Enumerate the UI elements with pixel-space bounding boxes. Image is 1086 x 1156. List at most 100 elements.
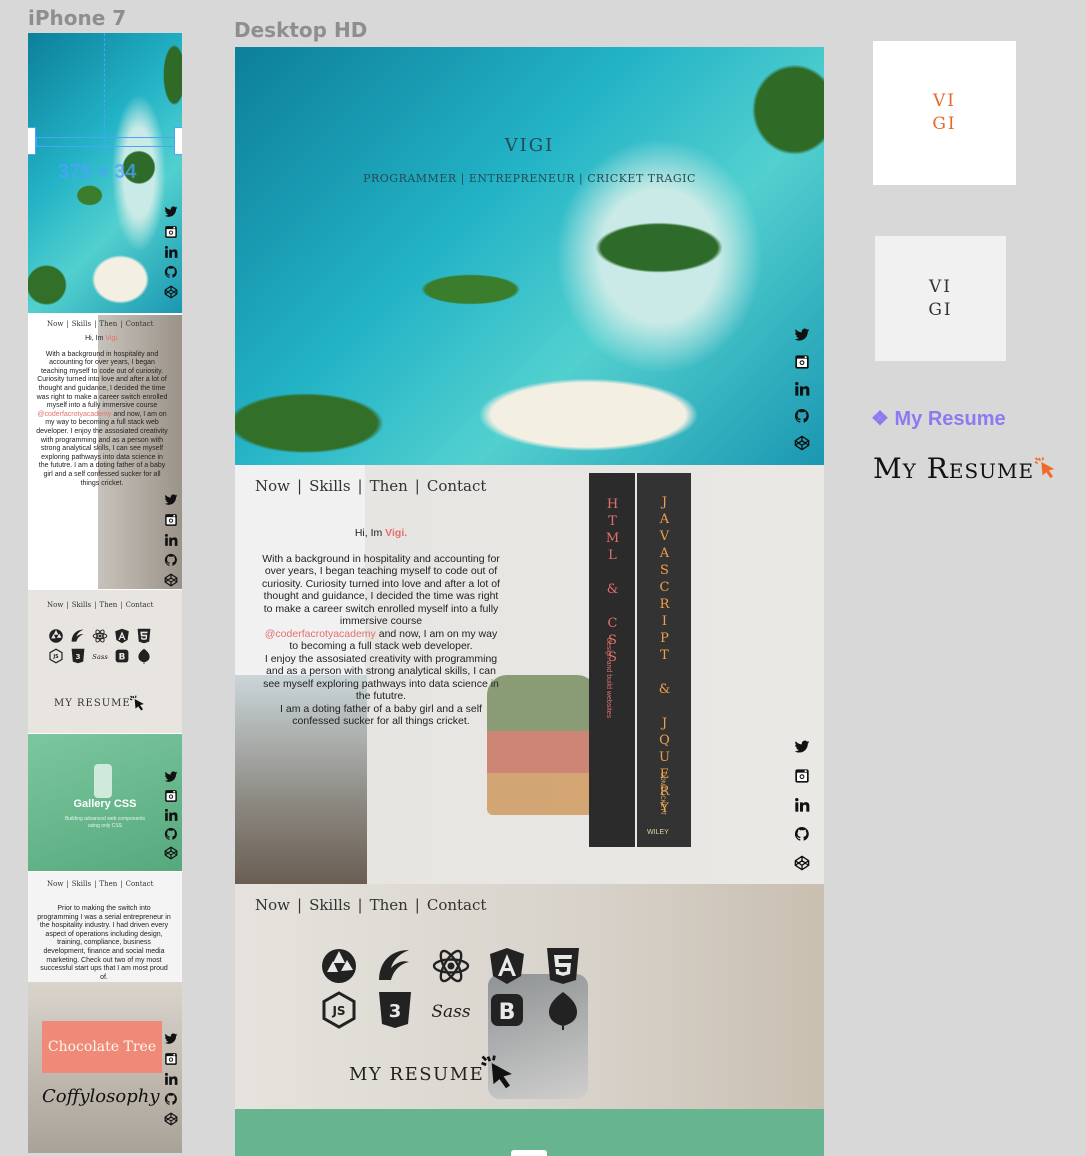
instagram-icon[interactable]	[164, 513, 178, 527]
css3-icon	[70, 648, 86, 664]
linkedin-icon[interactable]	[164, 245, 178, 259]
instagram-icon[interactable]	[794, 768, 810, 784]
nav-sep: |	[66, 601, 69, 609]
resume-component-label[interactable]: ❖ My Resume	[871, 406, 1006, 431]
nav-contact[interactable]: Contact	[427, 477, 487, 495]
nav-sep: |	[94, 601, 97, 609]
nav-contact[interactable]: Contact	[427, 896, 487, 914]
nav-now[interactable]: Now	[255, 477, 290, 495]
nav-sep: |	[94, 320, 97, 328]
nav-then[interactable]: Then	[99, 320, 117, 328]
book-html-css: HTML & CSS design and build websites	[589, 473, 635, 847]
nav-then[interactable]: Then	[99, 601, 117, 609]
resume-link[interactable]: MY RESUME	[349, 1064, 484, 1085]
mobile-then-nav: Now | Skills | Then | Contact	[47, 880, 153, 888]
nav-then[interactable]: Then	[370, 896, 408, 914]
twitter-icon[interactable]	[164, 1032, 178, 1046]
mobile-guide-line	[104, 33, 105, 153]
leaf-icon	[136, 648, 152, 664]
github-icon[interactable]	[164, 553, 178, 567]
sass-icon	[92, 648, 108, 664]
skill-icons-grid	[319, 946, 599, 1030]
about-handle-link[interactable]: @coderfacrotyacademy	[265, 628, 376, 640]
desktop-gallery-section	[235, 1109, 824, 1156]
nav-sep: |	[66, 320, 69, 328]
linkedin-icon[interactable]	[164, 1072, 178, 1086]
greeting-name: Vigi.	[385, 527, 408, 539]
nav-contact[interactable]: Contact	[126, 601, 154, 609]
book2-title: JAVASCRIPT & JQUERY	[657, 495, 672, 818]
github-icon[interactable]	[164, 265, 178, 279]
github-icon[interactable]	[794, 826, 810, 842]
instagram-icon[interactable]	[164, 1052, 178, 1066]
about-handle-link[interactable]: @coderfacrotyacademy	[37, 411, 111, 418]
nodejs-icon	[319, 990, 359, 1030]
mobile-skills-section: Now | Skills | Then | Contact MY RESUME	[28, 590, 182, 733]
codepen-icon[interactable]	[164, 846, 178, 860]
gallery-card[interactable]	[94, 764, 112, 798]
nav-sep: |	[120, 320, 123, 328]
chocolate-tree-text: Chocolate Tree	[47, 1039, 157, 1055]
codepen-icon[interactable]	[794, 855, 810, 871]
mobile-about-text: Hi, Im Vigi. With a background in hospit…	[36, 335, 168, 488]
chocolate-tree-logo[interactable]: Chocolate Tree	[42, 1021, 162, 1073]
cursor-click-icon	[477, 1052, 521, 1096]
nav-now[interactable]: Now	[47, 320, 63, 328]
nav-sep: |	[120, 601, 123, 609]
linkedin-icon[interactable]	[164, 808, 178, 822]
react-icon	[431, 946, 471, 986]
logo-card-dark[interactable]: VI GI	[875, 236, 1006, 361]
twitter-icon[interactable]	[164, 770, 178, 784]
linkedin-icon[interactable]	[794, 797, 810, 813]
twitter-icon[interactable]	[794, 739, 810, 755]
greeting-name: Vigi.	[105, 335, 119, 342]
instagram-icon[interactable]	[164, 789, 178, 803]
nav-skills[interactable]: Skills	[72, 320, 91, 328]
codepen-icon[interactable]	[164, 285, 178, 299]
hero-tagline: PROGRAMMER | ENTREPRENEUR | CRICKET TRAG…	[363, 172, 696, 185]
mobile-skills-nav: Now | Skills | Then | Contact	[47, 601, 153, 609]
cactus-pot	[487, 675, 597, 815]
nav-then[interactable]: Then	[99, 880, 117, 888]
resume-component[interactable]: My Resume	[873, 452, 1060, 485]
codepen-icon[interactable]	[794, 435, 810, 451]
github-icon[interactable]	[164, 827, 178, 841]
logo-line2: GI	[932, 114, 957, 134]
coffylosophy-logo[interactable]: Coffylosophy	[42, 1086, 159, 1107]
selection-box[interactable]	[36, 137, 176, 147]
nav-contact[interactable]: Contact	[126, 880, 154, 888]
nav-now[interactable]: Now	[47, 880, 63, 888]
linkedin-icon[interactable]	[794, 381, 810, 397]
desktop-artboard[interactable]: VIGI PROGRAMMER | ENTREPRENEUR | CRICKET…	[235, 47, 824, 1156]
book2-author: JON DUCKETT	[659, 773, 665, 815]
instagram-icon[interactable]	[164, 225, 178, 239]
mobile-resume-link[interactable]: MY RESUME	[54, 698, 131, 709]
mobile-about-section: Now | Skills | Then | Contact Hi, Im Vigi. …	[28, 315, 182, 589]
github-icon[interactable]	[794, 408, 810, 424]
nav-now[interactable]: Now	[255, 896, 290, 914]
twitter-icon[interactable]	[164, 493, 178, 507]
github-icon[interactable]	[164, 1092, 178, 1106]
nav-then[interactable]: Then	[370, 477, 408, 495]
nav-contact[interactable]: Contact	[126, 320, 154, 328]
nav-skills[interactable]: Skills	[309, 477, 350, 495]
twitter-icon[interactable]	[794, 327, 810, 343]
nav-skills[interactable]: Skills	[309, 896, 350, 914]
nav-sep: |	[414, 477, 420, 495]
codepen-icon[interactable]	[164, 1112, 178, 1126]
nav-sep: |	[120, 880, 123, 888]
nav-skills[interactable]: Skills	[72, 880, 91, 888]
nav-now[interactable]: Now	[47, 601, 63, 609]
linkedin-icon[interactable]	[164, 533, 178, 547]
logo-card-orange[interactable]: VI GI	[873, 41, 1016, 185]
gallery-card[interactable]	[511, 1150, 547, 1156]
resize-handle-left[interactable]	[28, 127, 36, 155]
twitter-icon[interactable]	[164, 205, 178, 219]
nav-sep: |	[297, 896, 303, 914]
resize-handle-right[interactable]	[174, 127, 182, 155]
nav-skills[interactable]: Skills	[72, 601, 91, 609]
desktop-about-section: HTML & CSS design and build websites JAV…	[235, 465, 824, 884]
instagram-icon[interactable]	[794, 354, 810, 370]
iphone-artboard[interactable]: 375 × 34 Now | Skills | Then | Contact Hi, …	[28, 33, 182, 1153]
codepen-icon[interactable]	[164, 573, 178, 587]
